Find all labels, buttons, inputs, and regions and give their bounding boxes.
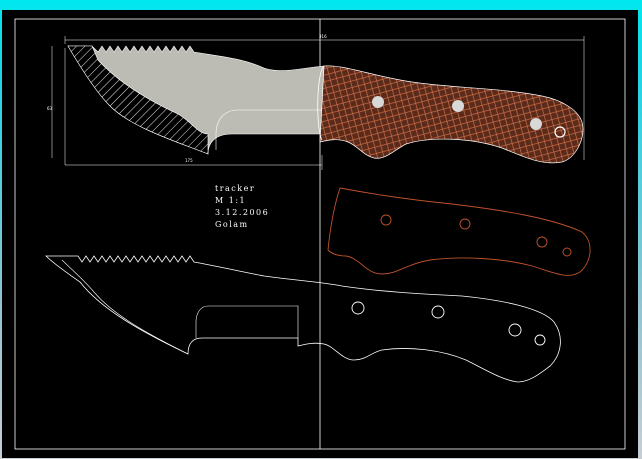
cad-drawing (14, 18, 626, 450)
drawing-sheet: 316 175 63 tracker M 1:1 3.12.2006 Golam (2, 10, 638, 458)
title-scale: M 1:1 (215, 196, 247, 205)
pin-1 (372, 96, 384, 108)
title-date: 3.12.2006 (215, 208, 270, 217)
blade-outline-view (45, 255, 561, 383)
blade-view-filled (51, 36, 585, 170)
handle-scale-outline (327, 187, 591, 276)
handle-mesh (319, 65, 584, 164)
title-name: tracker (215, 184, 256, 193)
pin-3 (530, 118, 542, 130)
height-label: 63 (47, 106, 53, 111)
overall-length-label: 316 (319, 34, 327, 39)
pin-2 (452, 100, 464, 112)
blade-length-label: 175 (185, 158, 193, 163)
title-author: Golam (215, 220, 249, 229)
